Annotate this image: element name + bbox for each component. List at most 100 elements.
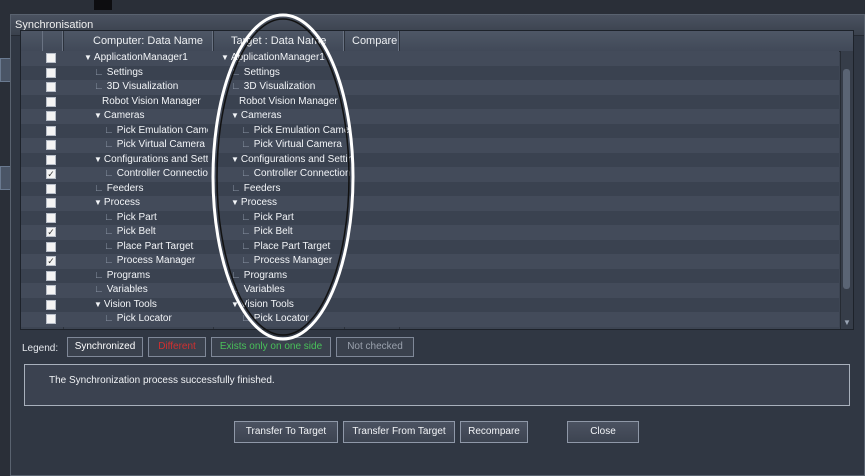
data-name-label: Pick Part xyxy=(116,211,157,223)
computer-data-name-cell: ∟ Pick Part xyxy=(84,211,208,226)
row-checkbox[interactable] xyxy=(46,285,56,295)
table-row[interactable]: ∟ Pick Virtual Camera ∟ Pick Virtual Camera xyxy=(21,138,839,153)
target-data-name-cell: ▼ Process xyxy=(221,196,351,211)
scrollbar-thumb[interactable] xyxy=(843,69,850,289)
status-message: The Synchronization process successfully… xyxy=(49,375,275,386)
tree-branch-icon: ∟ xyxy=(104,240,114,252)
table-row[interactable]: ✓ ∟ Process Manager ∟ Process Manager xyxy=(21,254,839,269)
table-row[interactable]: ∟ Pick Locator ∟ Pick Locator xyxy=(21,312,839,327)
target-data-name-cell: ∟ Pick Locator xyxy=(221,312,351,327)
table-row[interactable]: ▼ ApplicationManager1 ▼ ApplicationManager1 xyxy=(21,51,839,66)
data-name-label: Robot Vision Manager xyxy=(239,95,338,107)
row-checkbox[interactable] xyxy=(46,125,56,136)
tree-branch-icon: ∟ xyxy=(104,226,114,237)
row-checkbox[interactable]: ✓ xyxy=(46,256,56,266)
triangle-down-icon[interactable]: ▼ xyxy=(94,155,102,164)
triangle-down-icon[interactable]: ▼ xyxy=(231,198,239,207)
triangle-down-icon[interactable]: ▼ xyxy=(94,300,102,309)
computer-data-name-cell: ▼ Cameras xyxy=(84,109,208,124)
row-checkbox[interactable] xyxy=(46,67,56,78)
row-checkbox[interactable] xyxy=(46,53,56,63)
tree-branch-icon: ∟ xyxy=(104,124,114,136)
table-row[interactable]: ∟ 3D Visualization ∟ 3D Visualization xyxy=(21,80,839,95)
data-name-label: Vision Tools xyxy=(240,298,294,310)
table-row[interactable]: ✓ ∟ Pick Belt ∟ Pick Belt xyxy=(21,225,839,240)
column-header-target[interactable]: Target : Data Name xyxy=(213,31,344,51)
row-checkbox[interactable] xyxy=(46,241,56,252)
target-data-name-cell: ▼Configurations and Settings xyxy=(221,153,351,168)
table-row[interactable]: ▼ Process ▼ Process xyxy=(21,196,839,211)
row-checkbox[interactable]: ✓ xyxy=(46,227,56,237)
table-row[interactable]: ∟ Settings ∟ Settings xyxy=(21,65,839,80)
data-name-label: Controller Connection xyxy=(116,168,208,179)
data-name-label: Process Manager xyxy=(116,255,196,266)
triangle-down-icon[interactable]: ▼ xyxy=(84,53,92,62)
transfer-to-target-button[interactable]: Transfer To Target xyxy=(234,421,338,443)
row-checkbox[interactable] xyxy=(46,183,56,194)
data-name-label: Configurations and Settings xyxy=(240,153,351,165)
tree-branch-icon: ∟ xyxy=(231,182,241,194)
grid-header: Computer: Data Name Target : Data Name C… xyxy=(21,31,853,52)
tree-branch-icon: ∟ xyxy=(241,139,251,150)
triangle-down-icon[interactable]: ▼ xyxy=(231,300,239,309)
triangle-down-icon[interactable]: ▼ xyxy=(94,111,102,120)
computer-data-name-cell: Robot Vision Manager xyxy=(84,95,208,110)
table-row[interactable]: ∟ Pick Part ∟ Pick Part xyxy=(21,210,839,226)
column-header-compare[interactable]: Compare xyxy=(344,31,399,51)
row-checkbox[interactable] xyxy=(46,270,56,281)
target-data-name-cell: ∟ Pick Virtual Camera xyxy=(221,138,351,153)
table-row[interactable]: ✓ ∟ Controller Connection ∟ Controller Conne… xyxy=(21,167,839,182)
target-data-name-cell: ∟ Pick Emulation Camera xyxy=(221,124,351,139)
row-checkbox[interactable] xyxy=(46,140,56,150)
table-row[interactable]: ∟Pick Emulation Camera∟Pick Emulation Ca… xyxy=(21,123,839,139)
target-data-name-cell: ∟ Pick Part xyxy=(221,211,351,226)
triangle-down-icon[interactable]: ▼ xyxy=(231,155,239,164)
tree-branch-icon: ∟ xyxy=(104,313,114,324)
row-checkbox[interactable]: ✓ xyxy=(46,169,56,179)
vertical-scrollbar[interactable]: ▼ xyxy=(840,51,853,329)
table-row[interactable]: Robot Vision Manager Robot Vision Manager xyxy=(21,94,839,110)
data-name-label: 3D Visualization xyxy=(106,81,179,92)
target-data-name-cell: ∟ Variables xyxy=(221,283,351,298)
data-name-label: Variables xyxy=(243,284,285,295)
data-name-label: ApplicationManager1 xyxy=(230,52,325,63)
scroll-down-icon[interactable]: ▼ xyxy=(843,319,851,327)
computer-data-name-cell: ∟ Place Part Target xyxy=(84,240,208,255)
triangle-down-icon[interactable]: ▼ xyxy=(94,198,102,207)
computer-data-name-cell: ∟ Pick Virtual Camera xyxy=(84,138,208,153)
row-checkbox[interactable] xyxy=(46,314,56,324)
row-checkbox[interactable] xyxy=(46,96,56,107)
target-data-name-cell: ∟ Programs xyxy=(221,269,351,284)
computer-data-name-cell: ∟ Controller Connection xyxy=(84,167,208,182)
recompare-button[interactable]: Recompare xyxy=(460,421,528,443)
row-checkbox[interactable] xyxy=(46,111,56,121)
column-header-computer[interactable]: Computer: Data Name xyxy=(63,31,213,51)
row-checkbox[interactable] xyxy=(46,198,56,208)
tree-branch-icon: ∟ xyxy=(94,269,104,281)
legend-synchronized: Synchronized xyxy=(67,337,143,357)
table-row[interactable]: ∟ Programs ∟ Programs xyxy=(21,268,839,284)
target-data-name-cell: ▼ ApplicationManager1 xyxy=(221,51,351,66)
data-name-label: Process Manager xyxy=(253,255,333,266)
data-name-label: Cameras xyxy=(103,110,145,121)
triangle-down-icon[interactable]: ▼ xyxy=(221,53,229,62)
row-checkbox[interactable] xyxy=(46,299,56,310)
table-row[interactable]: ▼ Cameras ▼ Cameras xyxy=(21,109,839,124)
table-row[interactable]: ∟ Variables ∟ Variables xyxy=(21,283,839,298)
row-checkbox[interactable] xyxy=(46,154,56,165)
table-row[interactable]: ∟ Place Part Target ∟ Place Part Target xyxy=(21,239,839,255)
table-row[interactable]: ▼ Vision Tools ▼ Vision Tools xyxy=(21,297,839,312)
table-row[interactable]: ∟ Feeders ∟ Feeders xyxy=(21,181,839,196)
close-button[interactable]: Close xyxy=(567,421,639,443)
data-name-label: Pick Belt xyxy=(116,226,156,237)
tree-branch-icon: ∟ xyxy=(231,284,241,295)
row-checkbox[interactable] xyxy=(46,212,56,223)
legend-label: Legend: xyxy=(22,343,59,354)
transfer-from-target-button[interactable]: Transfer From Target xyxy=(343,421,455,443)
sync-data-grid[interactable]: Computer: Data Name Target : Data Name C… xyxy=(20,30,854,330)
table-row[interactable]: ▼Configurations and Settings▼Configurati… xyxy=(21,152,839,168)
data-name-label: Cameras xyxy=(240,110,282,121)
row-checkbox[interactable] xyxy=(46,82,56,92)
data-name-label: Controller Connection xyxy=(253,168,351,179)
triangle-down-icon[interactable]: ▼ xyxy=(231,111,239,120)
